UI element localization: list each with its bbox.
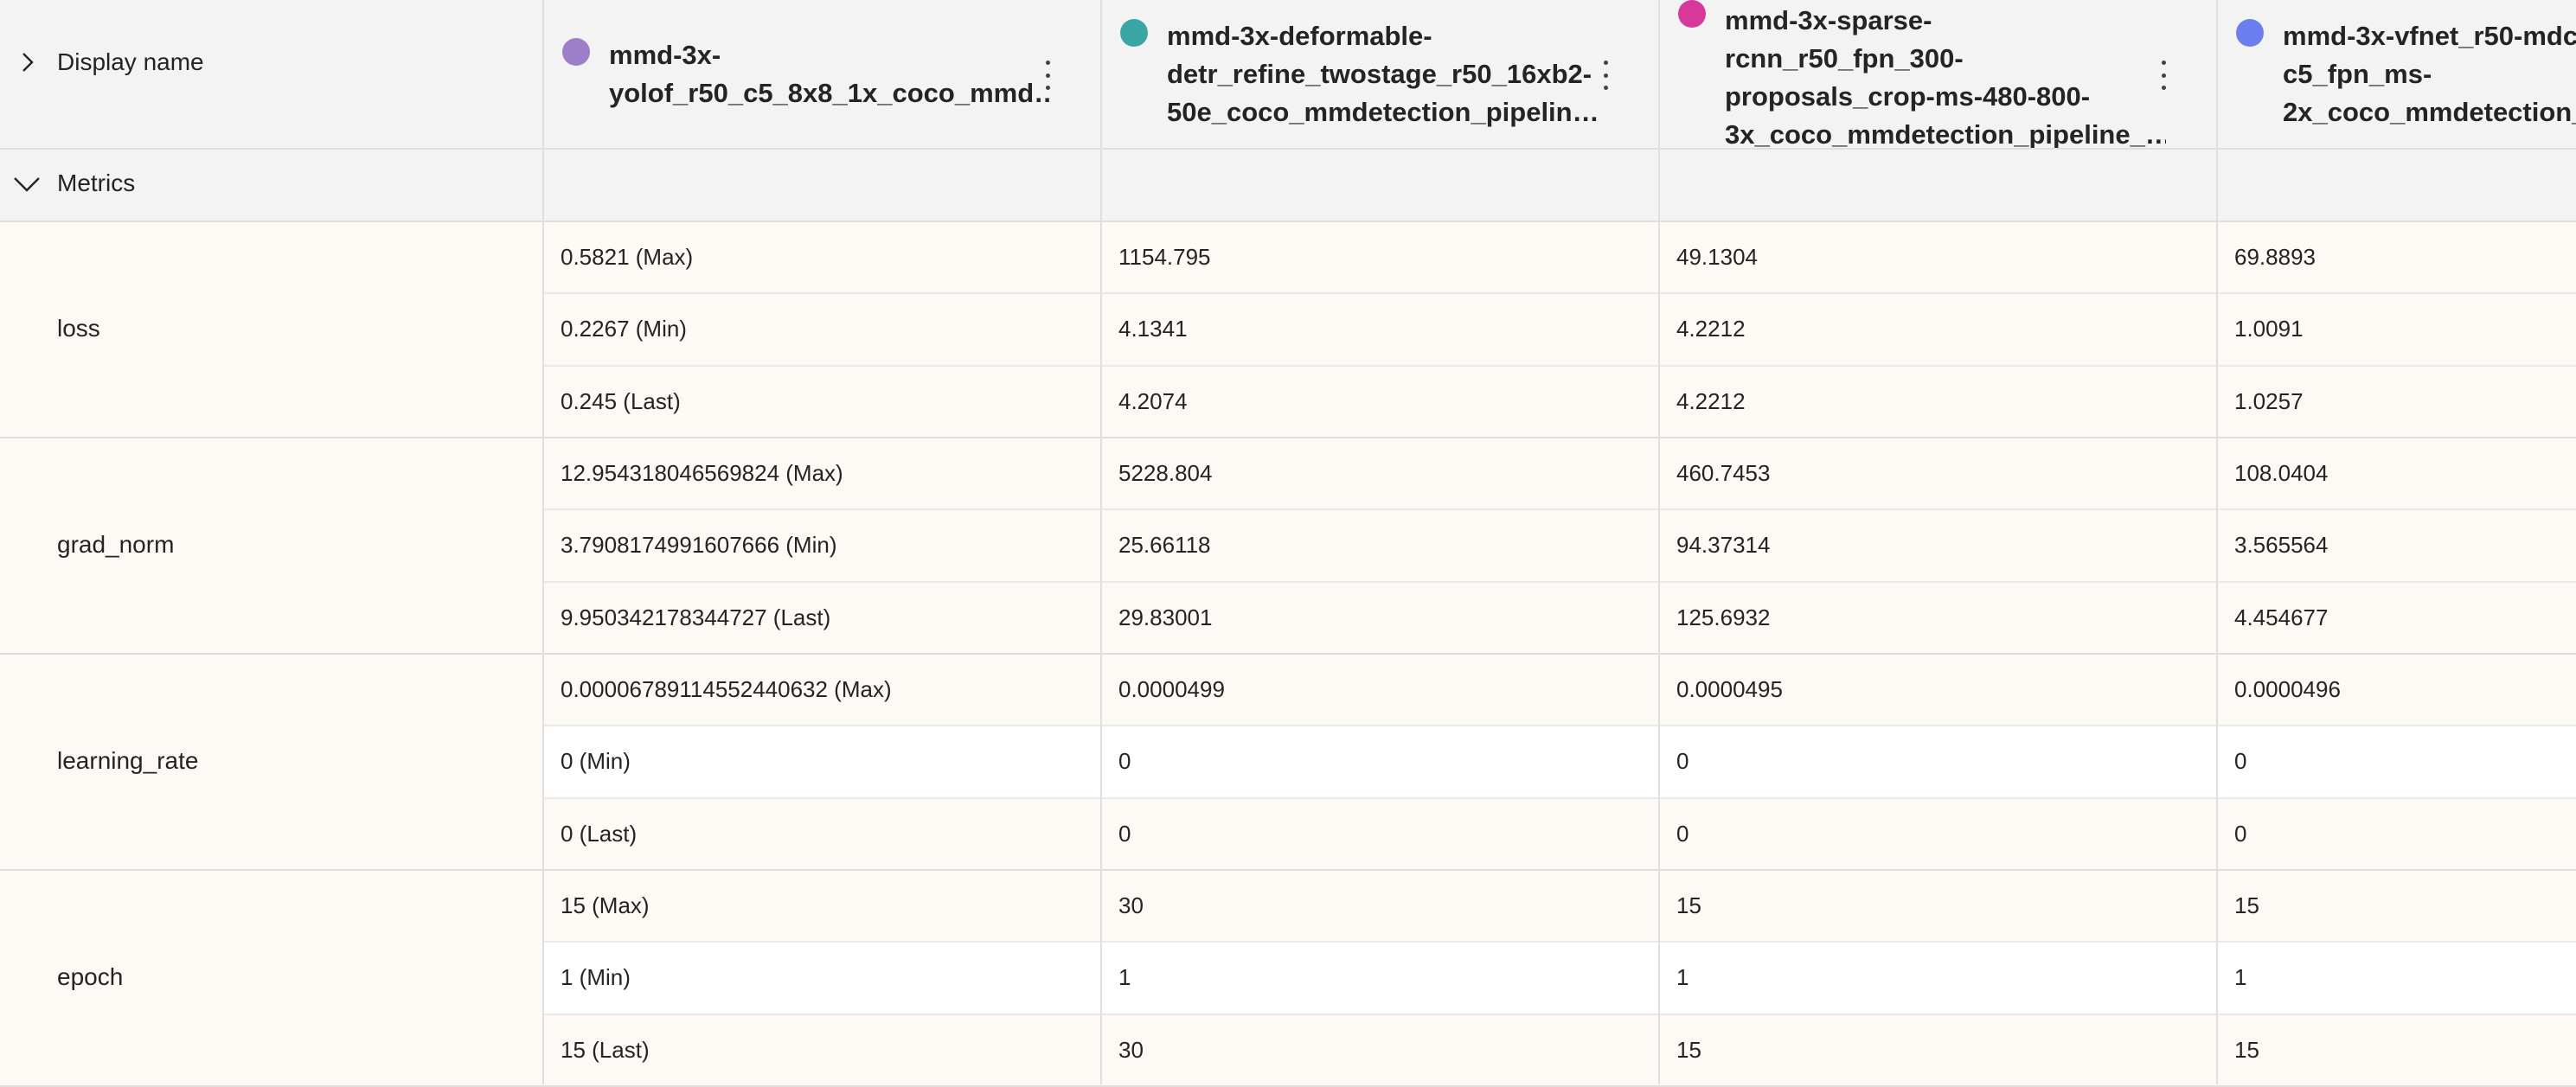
metric-value-cell: 94.37314 [1676, 532, 1771, 559]
metric-value-cell: 15 (Max) [561, 892, 650, 918]
metric-value-cell: 15 [2234, 892, 2259, 918]
metric-value-cell: 460.7453 [1676, 459, 1771, 486]
metric-value-cell: 1154.795 [1118, 244, 1211, 270]
metrics-group-toggle[interactable]: Metrics [12, 169, 135, 197]
metrics-label: Metrics [57, 169, 136, 196]
metric-value-cell: 1 [1676, 964, 1689, 991]
more-options-icon[interactable] [1601, 61, 1610, 90]
metric-value-cell: 0.0000499 [1118, 675, 1225, 702]
metric-value-cell: 4.2212 [1676, 316, 1746, 342]
column-header[interactable]: mmd-3x-deformable- detr_refine_twostage_… [1101, 0, 1659, 149]
metric-name: loss [57, 314, 100, 342]
metric-value-cell: 0 [1118, 820, 1131, 847]
metric-value-cell: 4.1341 [1118, 316, 1188, 342]
metric-value-cell: 5228.804 [1118, 459, 1213, 486]
metric-value-cell: 3.7908174991607666 (Min) [561, 532, 837, 559]
column-header[interactable]: mmd-3x-vfnet_r50-mdc c5_fpn_ms- 2x_coco_… [2217, 0, 2576, 149]
metric-value-cell: 0 (Min) [561, 748, 631, 775]
metric-value-cell: 0.0000495 [1676, 675, 1783, 702]
run-color-dot [562, 38, 590, 66]
metric-value-cell: 3.565564 [2234, 532, 2329, 559]
metric-value-cell: 1 (Min) [561, 964, 631, 991]
metric-value-cell: 0 [1676, 748, 1689, 775]
metric-value-cell: 4.2212 [1676, 387, 1746, 414]
metric-value-cell: 0 [1118, 748, 1131, 775]
metric-name: epoch [57, 962, 124, 990]
column-header[interactable]: mmd-3x- yolof_r50_c5_8x8_1x_coco_mmd… [543, 0, 1101, 149]
metric-value-cell: 49.1304 [1676, 244, 1758, 270]
metric-value-cell: 0 [2234, 820, 2247, 847]
chevron-right-icon [22, 53, 34, 72]
metric-value-cell: 0.0000496 [2234, 675, 2341, 702]
column-title: mmd-3x-vfnet_r50-mdc c5_fpn_ms- 2x_coco_… [2283, 21, 2576, 127]
metric-value-cell: 108.0404 [2234, 459, 2329, 486]
column-header[interactable]: mmd-3x-sparse- rcnn_r50_fpn_300- proposa… [1659, 0, 2217, 149]
metric-value-cell: 15 [1676, 892, 1701, 918]
metric-value-cell: 15 [2234, 1036, 2259, 1063]
metric-name: grad_norm [57, 530, 175, 558]
metric-value-cell: 0.245 (Last) [561, 387, 681, 414]
metric-value-cell: 25.66118 [1118, 532, 1211, 559]
metric-value-cell: 0.5821 (Max) [561, 244, 694, 270]
metric-value-cell: 30 [1118, 1036, 1144, 1063]
metric-value-cell: 0.2267 (Min) [561, 316, 687, 342]
more-options-icon[interactable] [1043, 61, 1052, 90]
metric-value-cell: 9.950342178344727 (Last) [561, 604, 831, 630]
display-name-label: Display name [57, 48, 204, 75]
metric-value-cell: 15 (Last) [561, 1036, 650, 1063]
more-options-icon[interactable] [2159, 61, 2168, 90]
column-title: mmd-3x-sparse- rcnn_r50_fpn_300- proposa… [1725, 5, 2166, 149]
metric-value-cell: 30 [1118, 892, 1144, 918]
run-color-dot [1678, 0, 1706, 28]
metric-value-cell: 0 (Last) [561, 820, 638, 847]
metric-value-cell: 69.8893 [2234, 244, 2316, 270]
display-name-header[interactable]: Display name [16, 48, 204, 76]
metric-value-cell: 1.0257 [2234, 387, 2304, 414]
column-title: mmd-3x-deformable- detr_refine_twostage_… [1167, 21, 1599, 127]
metric-value-cell: 15 [1676, 1036, 1701, 1063]
metric-value-cell: 12.954318046569824 (Max) [561, 459, 843, 486]
metric-value-cell: 0 [1676, 820, 1689, 847]
metric-value-cell: 0.00006789114552440632 (Max) [561, 675, 892, 702]
run-color-dot [2236, 19, 2264, 47]
comparison-table: Display name Metrics mmd-3x- yolof_r50_c… [0, 0, 2576, 1087]
metric-value-cell: 4.2074 [1118, 387, 1188, 414]
metric-value-cell: 29.83001 [1118, 604, 1213, 630]
metric-value-cell: 4.454677 [2234, 604, 2329, 630]
metric-value-cell: 1 [1118, 964, 1131, 991]
chevron-down-icon [14, 177, 40, 192]
run-color-dot [1120, 19, 1148, 47]
column-title: mmd-3x- yolof_r50_c5_8x8_1x_coco_mmd… [609, 40, 1050, 108]
metric-value-cell: 1 [2234, 964, 2247, 991]
metric-value-cell: 1.0091 [2234, 316, 2304, 342]
metric-name: learning_rate [57, 746, 199, 774]
metrics-section-header [0, 149, 2576, 221]
metric-value-cell: 125.6932 [1676, 604, 1771, 630]
metric-value-cell: 0 [2234, 748, 2247, 775]
